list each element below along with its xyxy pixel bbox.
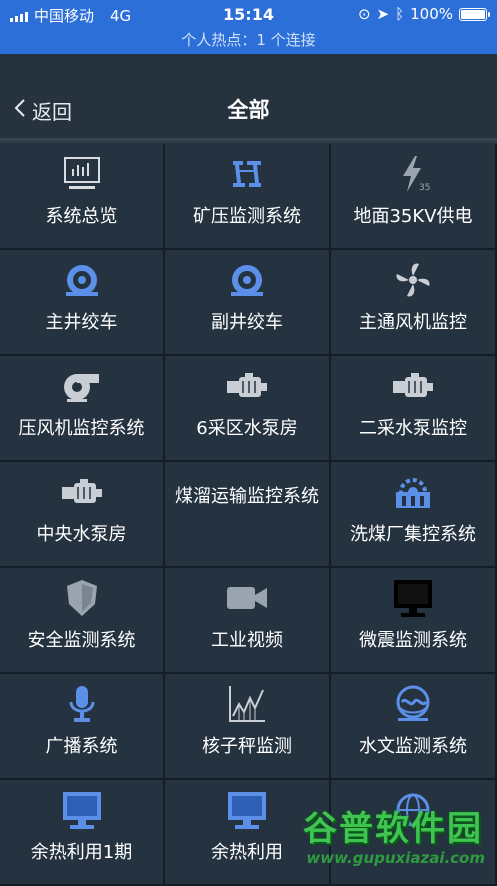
grid-item-mine-pressure[interactable]: 矿压监测系统 <box>165 144 331 250</box>
mine-pressure-icon <box>229 157 265 195</box>
grid-item-label: 矿压监测系统 <box>193 206 301 227</box>
svg-text:35: 35 <box>419 183 430 193</box>
page-title: 全部 <box>227 98 270 122</box>
grid-item-pump-room-6[interactable]: 6采区水泵房 <box>165 356 331 462</box>
grid-item-label: 压风机监控系统 <box>18 418 145 439</box>
bluetooth-icon: ᛒ <box>395 5 405 23</box>
grid-item-label: 工业视频 <box>211 630 283 651</box>
grid-item-central-pump-room[interactable]: 中央水泵房 <box>0 462 165 568</box>
grid-item-label: 系统总览 <box>45 206 118 227</box>
grid-item-label: 安全监测系统 <box>27 630 136 651</box>
grid-item-label: 副井绞车 <box>211 312 283 333</box>
fan-icon <box>393 260 433 304</box>
grid-item-waste-heat-1[interactable]: 余热利用1期 <box>0 780 165 886</box>
grid-item-pump-monitor-2[interactable]: 二采水泵监控 <box>331 356 497 462</box>
grid-item-label: 煤溜运输监控系统 <box>175 486 319 507</box>
line-chart-icon <box>227 684 267 728</box>
grid-item-broadcast[interactable]: 广播系统 <box>0 674 165 780</box>
battery-icon <box>459 7 490 21</box>
grid-item-globe[interactable] <box>331 780 497 886</box>
blue-monitor-icon <box>61 790 103 834</box>
monitor-chart-icon <box>63 156 101 196</box>
shield-icon <box>65 578 99 622</box>
pump-icon <box>391 371 435 405</box>
winch-icon <box>227 262 267 302</box>
grid-item-microseismic[interactable]: 微震监测系统 <box>331 568 497 674</box>
grid-item-label: 6采区水泵房 <box>196 418 298 439</box>
grid-item-label: 地面35KV供电 <box>353 206 473 227</box>
winch-icon <box>62 262 102 302</box>
grid-item-industrial-video[interactable]: 工业视频 <box>165 568 331 674</box>
grid-item-ground-power[interactable]: 35 地面35KV供电 <box>331 144 497 250</box>
lightning-35-icon: 35 <box>395 154 431 198</box>
lock-rotation-icon: ⊙ <box>357 5 371 23</box>
grid-item-label: 核子秤监测 <box>202 736 292 757</box>
grid-item-aux-shaft-winch[interactable]: 副井绞车 <box>165 250 331 356</box>
pump-icon <box>60 477 104 511</box>
grid-item-label: 主通风机监控 <box>359 312 467 333</box>
grid-item-label: 广播系统 <box>45 736 118 757</box>
grid-item-waste-heat-2[interactable]: 余热利用 <box>165 780 331 886</box>
grid-item-label: 主井绞车 <box>45 312 118 333</box>
hotspot-banner[interactable]: 个人热点：1 个连接 <box>0 28 497 54</box>
grid-item-main-fan[interactable]: 主通风机监控 <box>331 250 497 356</box>
grid-item-label: 二采水泵监控 <box>359 418 467 439</box>
video-camera-icon <box>225 583 269 617</box>
battery-percent: 100% <box>410 5 453 23</box>
grid-item-coal-transport[interactable]: 煤溜运输监控系统 <box>165 462 331 568</box>
grid-item-coal-washing[interactable]: 洗煤厂集控系统 <box>331 462 497 568</box>
grid-item-label: 余热利用 <box>211 842 283 863</box>
grid-item-nuclear-scale[interactable]: 核子秤监测 <box>165 674 331 780</box>
grid-item-system-overview[interactable]: 系统总览 <box>0 144 165 250</box>
blue-monitor-icon <box>226 790 268 834</box>
microphone-icon <box>67 684 97 728</box>
status-bar: 中国移动 4G 15:14 ⊙ ➤ ᛒ 100% <box>0 0 497 28</box>
grid-item-hydrology[interactable]: 水文监测系统 <box>331 674 497 780</box>
grid-item-main-shaft-winch[interactable]: 主井绞车 <box>0 250 165 356</box>
nav-bar: 返回 全部 <box>0 54 497 144</box>
water-gauge-icon <box>392 684 434 728</box>
pump-icon <box>225 371 269 405</box>
grid-item-label: 微震监测系统 <box>359 630 467 651</box>
grid-item-label: 余热利用1期 <box>30 842 133 863</box>
blower-icon <box>61 369 103 407</box>
location-icon: ➤ <box>376 5 390 23</box>
grid-item-label: 洗煤厂集控系统 <box>350 524 476 545</box>
display-icon <box>392 578 434 622</box>
grid-item-air-compressor[interactable]: 压风机监控系统 <box>0 356 165 462</box>
coal-wash-icon <box>392 472 434 516</box>
grid-item-label: 水文监测系统 <box>359 736 467 757</box>
module-grid: 系统总览 矿压监测系统 35 地面35KV供电 主井绞车 副井绞车 主通风机监控 <box>0 144 497 886</box>
grid-item-safety-monitor[interactable]: 安全监测系统 <box>0 568 165 674</box>
globe-icon <box>393 790 433 834</box>
grid-item-label: 中央水泵房 <box>36 524 127 545</box>
status-right: ⊙ ➤ ᛒ 100% <box>357 5 490 23</box>
